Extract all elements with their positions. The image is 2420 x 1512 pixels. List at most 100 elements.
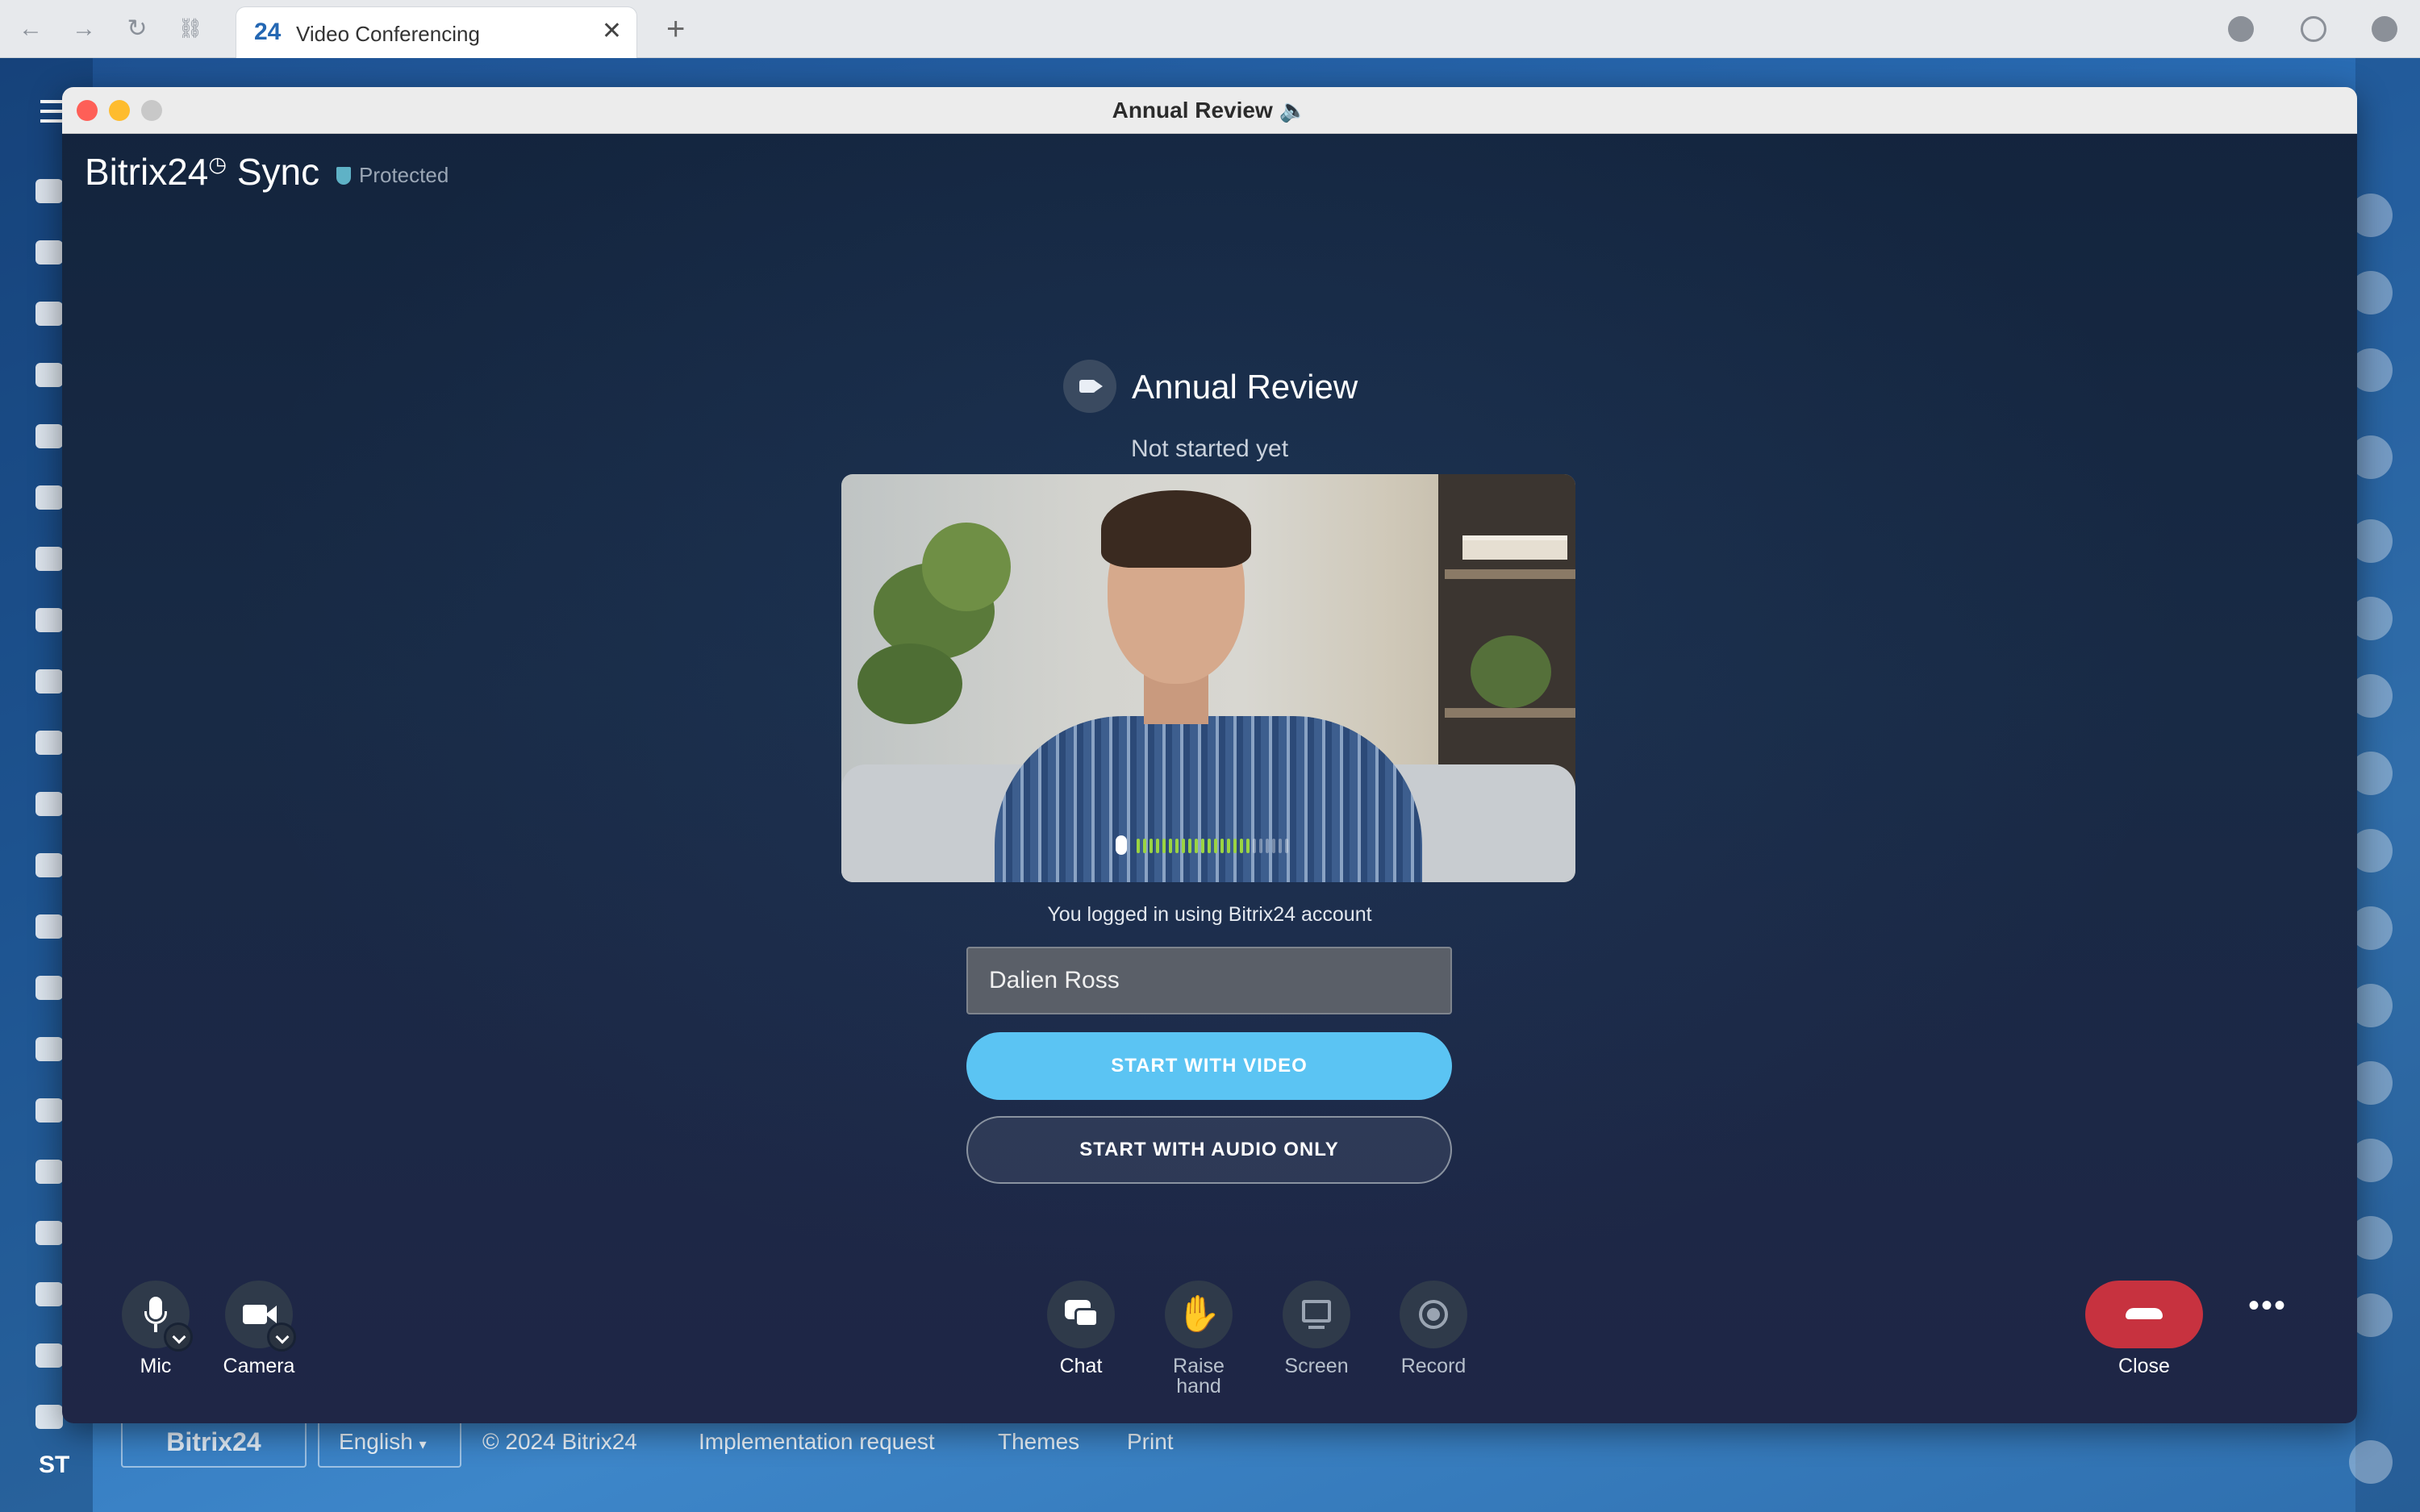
screen-share-icon xyxy=(1302,1300,1331,1322)
crm-icon[interactable] xyxy=(35,853,63,877)
mic-level-bar xyxy=(1266,839,1269,853)
screen-share-icon-base xyxy=(1308,1326,1325,1329)
hang-up-button[interactable] xyxy=(2085,1281,2203,1348)
tab-close-icon[interactable]: ✕ xyxy=(602,17,622,45)
code-icon[interactable] xyxy=(35,1405,63,1429)
window-title: Annual Review 🔈 xyxy=(1112,98,1308,123)
clock-icon: ◷ xyxy=(208,152,227,177)
history-icon[interactable] xyxy=(2301,16,2326,42)
mic-level-bar xyxy=(1214,839,1217,853)
mail-icon[interactable] xyxy=(35,669,63,694)
brand-suffix: Sync xyxy=(236,151,320,193)
mic-level-bar xyxy=(1143,839,1146,853)
mic-level-bar xyxy=(1150,839,1153,853)
start-with-audio-only-button[interactable]: START WITH AUDIO ONLY xyxy=(966,1116,1452,1184)
chat-icon[interactable] xyxy=(35,424,63,448)
mic-level-meter xyxy=(1116,835,1301,856)
feed-icon[interactable] xyxy=(35,363,63,387)
shelf-board xyxy=(1445,569,1575,579)
video-call-window: Annual Review 🔈 Bitrix24◷ Sync Protected… xyxy=(62,87,2357,1423)
more-options-icon[interactable]: ••• xyxy=(2243,1289,2292,1334)
employees-icon[interactable] xyxy=(35,731,63,755)
display-name-input[interactable] xyxy=(966,947,1452,1014)
download-icon[interactable] xyxy=(2228,16,2254,42)
link-icon[interactable]: ⛓ xyxy=(176,15,205,44)
camera-options-chevron-icon[interactable] xyxy=(267,1322,296,1352)
record-button[interactable] xyxy=(1400,1281,1467,1348)
drive-icon[interactable] xyxy=(35,608,63,632)
start-with-video-button[interactable]: START WITH VIDEO xyxy=(966,1032,1452,1100)
analytics-icon[interactable] xyxy=(35,1098,63,1123)
mic-level-bar xyxy=(1169,839,1172,853)
forward-icon[interactable]: → xyxy=(69,15,98,44)
back-icon[interactable]: ← xyxy=(16,15,45,44)
screen-label: Screen xyxy=(1284,1355,1349,1377)
shop-icon[interactable] xyxy=(35,1037,63,1061)
video-camera-icon xyxy=(1063,360,1116,413)
avatar[interactable] xyxy=(2349,1440,2393,1484)
collab-icon[interactable] xyxy=(35,302,63,326)
applications-icon[interactable] xyxy=(35,1282,63,1306)
documents-icon[interactable] xyxy=(35,547,63,571)
calendar-icon[interactable] xyxy=(35,485,63,510)
meeting-title: Annual Review xyxy=(1132,368,1358,406)
automation-icon[interactable] xyxy=(35,1221,63,1245)
mic-level-bar xyxy=(1259,839,1262,853)
mic-level-bar xyxy=(1201,839,1204,853)
raise-hand-button[interactable]: ✋ xyxy=(1165,1281,1233,1348)
mic-level-bar xyxy=(1208,839,1211,853)
chat-icon-bubble xyxy=(1074,1308,1099,1327)
mic-level-bar xyxy=(1175,839,1179,853)
mic-level-bar xyxy=(1137,839,1140,853)
mic-level-bar xyxy=(1240,839,1243,853)
mic-level-bar xyxy=(1285,839,1288,853)
sites-icon[interactable] xyxy=(35,914,63,939)
camera-control[interactable]: Camera xyxy=(211,1281,307,1377)
mic-options-chevron-icon[interactable] xyxy=(164,1322,193,1352)
microphone-icon-stem xyxy=(154,1324,157,1332)
cloud-icon[interactable] xyxy=(2372,16,2397,42)
developer-icon[interactable] xyxy=(35,1343,63,1368)
camera-icon-lens xyxy=(265,1306,277,1323)
implementation-request-link[interactable]: Implementation request xyxy=(699,1429,935,1455)
screen-share-button[interactable] xyxy=(1283,1281,1350,1348)
raise-hand-control[interactable]: ✋ Raise hand xyxy=(1150,1281,1247,1397)
user-initials-avatar[interactable]: ST xyxy=(39,1452,69,1479)
person-shirt xyxy=(995,716,1422,882)
chevron-down-icon: ▾ xyxy=(419,1436,427,1452)
camera-preview xyxy=(841,474,1575,882)
raise-hand-label-line1: Raise xyxy=(1173,1355,1225,1377)
language-select[interactable]: English ▾ xyxy=(318,1416,461,1468)
mic-level-bar xyxy=(1279,839,1282,853)
record-control[interactable]: Record xyxy=(1385,1281,1482,1377)
screen-share-control[interactable]: Screen xyxy=(1268,1281,1365,1377)
themes-link[interactable]: Themes xyxy=(998,1429,1079,1455)
camera-button[interactable] xyxy=(225,1281,296,1352)
language-select-value: English xyxy=(339,1429,413,1454)
home-icon[interactable] xyxy=(35,179,63,203)
close-call-control[interactable]: Close xyxy=(2085,1281,2203,1377)
chat-button[interactable] xyxy=(1047,1281,1115,1348)
reload-icon[interactable]: ↻ xyxy=(123,15,152,44)
chat-control[interactable]: Chat xyxy=(1033,1281,1129,1377)
mic-button[interactable] xyxy=(122,1281,193,1352)
print-link[interactable]: Print xyxy=(1127,1429,1174,1455)
mic-level-bar xyxy=(1156,839,1159,853)
shelf-board xyxy=(1445,708,1575,718)
copyright-text: © 2024 Bitrix24 xyxy=(482,1429,637,1454)
footer-logo[interactable]: Bitrix24 xyxy=(121,1416,307,1468)
tasks-icon[interactable] xyxy=(35,240,63,264)
marketing-icon[interactable] xyxy=(35,976,63,1000)
contacts-icon[interactable] xyxy=(35,1160,63,1184)
browser-tab[interactable]: 24 Video Conferencing ✕ xyxy=(236,6,637,58)
new-tab-button[interactable]: + xyxy=(666,11,685,48)
mic-level-bar xyxy=(1162,839,1166,853)
bitrix-favicon-icon: 24 xyxy=(254,19,282,45)
mic-level-bar xyxy=(1195,839,1198,853)
mic-level-bar xyxy=(1220,839,1224,853)
camera-label: Camera xyxy=(223,1355,295,1377)
protected-badge: Protected xyxy=(336,163,449,188)
workgroups-icon[interactable] xyxy=(35,792,63,816)
plant-leaf xyxy=(922,523,1011,611)
mic-control[interactable]: Mic xyxy=(107,1281,204,1377)
